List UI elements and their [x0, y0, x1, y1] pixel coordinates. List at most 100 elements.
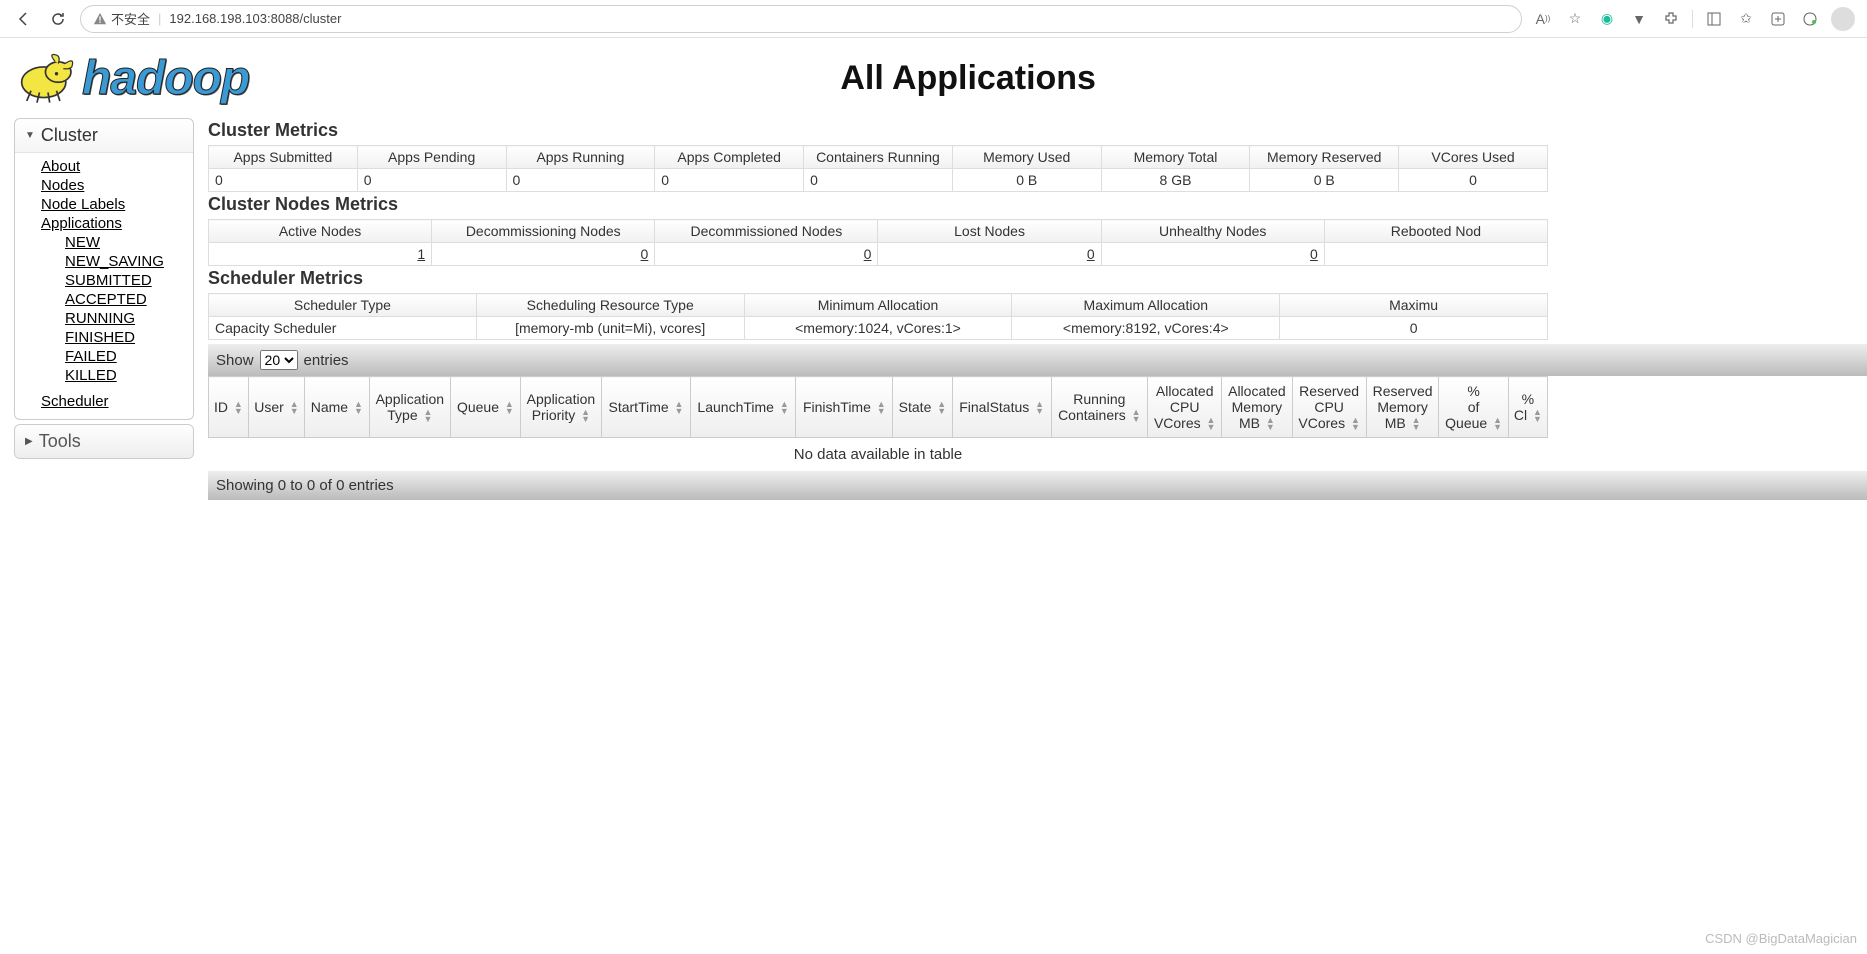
sidebar-state-running[interactable]: RUNNING — [65, 310, 135, 327]
nav-cluster-head[interactable]: ▼ Cluster — [15, 119, 193, 153]
sort-icon: ▲▼ — [1035, 401, 1044, 415]
apps-column-header[interactable]: %Cl ▲▼ — [1508, 377, 1547, 438]
browser-toolbar: 不安全 | 192.168.198.103:8088/cluster A)) ☆… — [0, 0, 1867, 38]
table-header: Apps Running — [506, 146, 655, 169]
apps-column-header[interactable]: AllocatedCPUVCores ▲▼ — [1148, 377, 1222, 438]
sidebar-state-new[interactable]: NEW — [65, 234, 100, 251]
nodes-metrics-table: Active NodesDecommissioning NodesDecommi… — [208, 219, 1548, 266]
apps-column-header[interactable]: FinishTime ▲▼ — [796, 377, 893, 438]
sort-icon: ▲▼ — [354, 401, 363, 415]
table-header: Lost Nodes — [878, 220, 1101, 243]
table-header: Memory Used — [952, 146, 1101, 169]
applications-table: ID ▲▼User ▲▼Name ▲▼ApplicationType ▲▼Que… — [208, 376, 1548, 471]
sidebar-state-failed[interactable]: FAILED — [65, 348, 117, 365]
sort-icon: ▲▼ — [1207, 417, 1216, 431]
table-cell[interactable]: 1 — [209, 243, 432, 266]
apps-column-header[interactable]: User ▲▼ — [248, 377, 304, 438]
sidebar-state-finished[interactable]: FINISHED — [65, 329, 135, 346]
sidebar-scheduler[interactable]: Scheduler — [41, 393, 109, 410]
apps-column-header[interactable]: Queue ▲▼ — [451, 377, 520, 438]
table-header: Scheduler Type — [209, 294, 477, 317]
table-cell: 0 — [804, 169, 953, 192]
apps-column-header[interactable]: LaunchTime ▲▼ — [690, 377, 796, 438]
apps-column-header[interactable]: State ▲▼ — [893, 377, 953, 438]
table-header: Containers Running — [804, 146, 953, 169]
apps-column-header[interactable]: RunningContainers ▲▼ — [1051, 377, 1147, 438]
apps-column-header[interactable]: FinalStatus ▲▼ — [952, 377, 1051, 438]
sidebar: ▼ Cluster About Nodes Node Labels Applic… — [14, 118, 194, 500]
sidebar-nodes[interactable]: Nodes — [41, 177, 84, 194]
table-cell: Capacity Scheduler — [209, 317, 477, 340]
sidebar-applications[interactable]: Applications — [41, 215, 122, 232]
performance-icon[interactable] — [1799, 8, 1821, 30]
sidebar-icon[interactable] — [1703, 8, 1725, 30]
back-button[interactable] — [12, 7, 36, 31]
nav-cluster-label: Cluster — [41, 125, 98, 146]
cluster-metrics-title: Cluster Metrics — [208, 120, 1867, 141]
apps-column-header[interactable]: ReservedMemoryMB ▲▼ — [1366, 377, 1439, 438]
table-cell[interactable]: 0 — [878, 243, 1101, 266]
dt-length-select[interactable]: 20 — [260, 350, 298, 370]
nav-cluster: ▼ Cluster About Nodes Node Labels Applic… — [14, 118, 194, 420]
table-cell: 0 B — [1250, 169, 1399, 192]
sort-icon: ▲▼ — [1266, 417, 1275, 431]
apps-column-header[interactable]: ID ▲▼ — [209, 377, 249, 438]
sidebar-node-labels[interactable]: Node Labels — [41, 196, 125, 213]
watermark: CSDN @BigDataMagician — [1705, 931, 1857, 946]
cluster-metrics-table: Apps SubmittedApps PendingApps RunningAp… — [208, 145, 1548, 192]
sort-icon: ▲▼ — [877, 401, 886, 415]
table-cell: 0 — [1399, 169, 1548, 192]
url-bar[interactable]: 不安全 | 192.168.198.103:8088/cluster — [80, 5, 1522, 33]
sidebar-state-new-saving[interactable]: NEW_SAVING — [65, 253, 164, 270]
sidebar-about[interactable]: About — [41, 158, 80, 175]
refresh-button[interactable] — [46, 7, 70, 31]
table-cell[interactable]: 0 — [1101, 243, 1324, 266]
dt-info: Showing 0 to 0 of 0 entries — [208, 471, 1867, 500]
table-header: Memory Total — [1101, 146, 1250, 169]
sort-icon: ▲▼ — [1493, 417, 1502, 431]
apps-column-header[interactable]: ReservedCPUVCores ▲▼ — [1292, 377, 1366, 438]
hadoop-logo: hadoop — [14, 48, 249, 108]
sort-icon: ▲▼ — [581, 409, 590, 423]
apps-column-header[interactable]: StartTime ▲▼ — [602, 377, 690, 438]
sidebar-state-killed[interactable]: KILLED — [65, 367, 117, 384]
favorites-icon[interactable]: ✩ — [1735, 8, 1757, 30]
content: Cluster Metrics Apps SubmittedApps Pendi… — [208, 118, 1867, 500]
extensions-icon[interactable] — [1660, 8, 1682, 30]
apps-column-header[interactable]: ApplicationPriority ▲▼ — [520, 377, 602, 438]
apps-column-header[interactable]: ApplicationType ▲▼ — [369, 377, 451, 438]
datatable-length: Show 20 entries — [208, 344, 1867, 376]
profile-avatar[interactable] — [1831, 7, 1855, 31]
table-cell: 0 — [357, 169, 506, 192]
table-cell[interactable]: 0 — [655, 243, 878, 266]
table-header: Maximum Allocation — [1012, 294, 1280, 317]
nav-tools-head[interactable]: ▶ Tools — [15, 425, 193, 458]
table-cell: <memory:8192, vCores:4> — [1012, 317, 1280, 340]
scheduler-metrics-table: Scheduler TypeScheduling Resource TypeMi… — [208, 293, 1548, 340]
table-header: VCores Used — [1399, 146, 1548, 169]
table-header: Active Nodes — [209, 220, 432, 243]
circle-icon[interactable]: ◉ — [1596, 8, 1618, 30]
apps-column-header[interactable]: Name ▲▼ — [305, 377, 369, 438]
table-cell[interactable] — [1324, 243, 1547, 266]
sort-icon: ▲▼ — [675, 401, 684, 415]
sidebar-state-accepted[interactable]: ACCEPTED — [65, 291, 147, 308]
table-cell[interactable]: 0 — [432, 243, 655, 266]
apps-column-header[interactable]: %ofQueue ▲▼ — [1439, 377, 1508, 438]
apps-column-header[interactable]: AllocatedMemoryMB ▲▼ — [1222, 377, 1292, 438]
table-header: Rebooted Nod — [1324, 220, 1547, 243]
dt-show-suffix: entries — [304, 352, 349, 369]
collections-icon[interactable] — [1767, 8, 1789, 30]
table-cell: [memory-mb (unit=Mi), vcores] — [476, 317, 744, 340]
chevron-down-icon[interactable]: ▼ — [1628, 8, 1650, 30]
read-aloud-icon[interactable]: A)) — [1532, 8, 1554, 30]
sidebar-state-submitted[interactable]: SUBMITTED — [65, 272, 152, 289]
sort-icon: ▲▼ — [1533, 409, 1542, 423]
triangle-down-icon: ▼ — [25, 130, 35, 141]
sort-icon: ▲▼ — [1132, 409, 1141, 423]
table-header: Decommissioned Nodes — [655, 220, 878, 243]
logo-text: hadoop — [82, 51, 249, 106]
table-cell: 0 B — [952, 169, 1101, 192]
table-header: Decommissioning Nodes — [432, 220, 655, 243]
star-icon[interactable]: ☆ — [1564, 8, 1586, 30]
